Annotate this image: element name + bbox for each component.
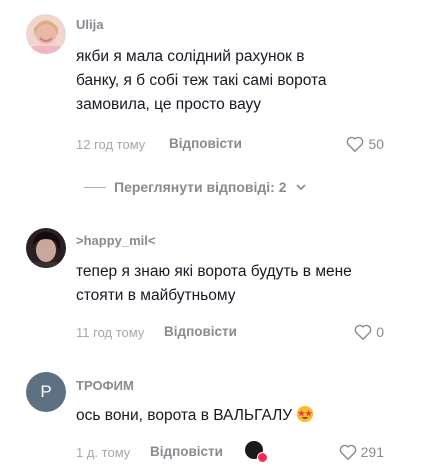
heart-icon (347, 136, 364, 152)
reply-button[interactable]: Відповісти (164, 324, 237, 339)
like-count: 0 (376, 324, 384, 340)
heart-icon (354, 324, 372, 340)
like-button[interactable]: 0 (354, 324, 384, 340)
avatar[interactable] (26, 228, 66, 268)
comment-text: якби я мала солідний рахунок в банку, я … (76, 48, 327, 113)
avatar-letter: P (40, 382, 52, 401)
like-count: 291 (360, 444, 384, 460)
like-count: 50 (368, 136, 384, 152)
username[interactable]: Ulija (76, 17, 103, 32)
view-replies-button[interactable]: Переглянути відповіді: 2 (84, 179, 307, 195)
creator-liked-heart-icon (257, 452, 268, 463)
heart-icon (339, 444, 357, 460)
like-button[interactable]: 50 (346, 136, 384, 152)
star-struck-emoji-icon (297, 405, 314, 423)
username[interactable]: ТРОФИМ (76, 378, 134, 393)
reply-button[interactable]: Відповісти (169, 136, 242, 151)
avatar[interactable]: P (26, 372, 66, 412)
view-replies-label: Переглянути відповіді: 2 (114, 179, 287, 195)
comment-text: тепер я знаю які ворота будуть в мене ст… (76, 263, 352, 304)
timestamp: 12 год тому (76, 137, 146, 152)
divider (84, 186, 106, 188)
timestamp: 1 д. тому (76, 445, 131, 460)
avatar[interactable] (26, 14, 66, 54)
username[interactable]: >happy_mil< (76, 233, 155, 248)
comment-text: ось вони, ворота в ВАЛЬГАЛУ (76, 404, 406, 428)
reply-button[interactable]: Відповісти (150, 444, 223, 459)
chevron-down-icon (295, 184, 306, 191)
like-button[interactable]: 291 (339, 444, 384, 460)
timestamp: 11 год тому (76, 325, 145, 340)
